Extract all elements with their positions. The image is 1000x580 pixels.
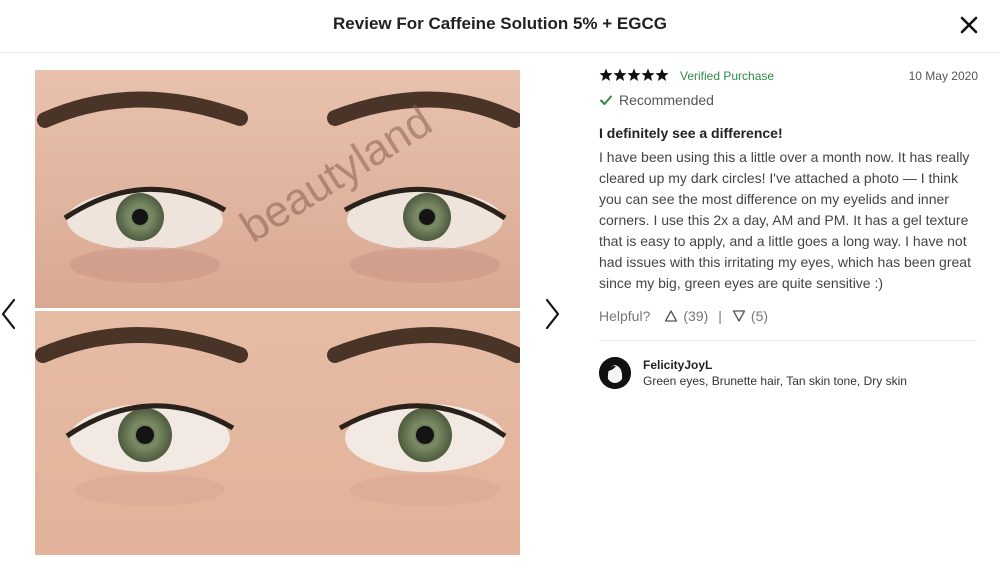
author-attributes: Green eyes, Brunette hair, Tan skin tone… — [643, 374, 907, 388]
star-rating — [599, 68, 669, 81]
check-icon — [600, 95, 612, 105]
review-panel: Verified Purchase 10 May 2020 Recommende… — [599, 66, 979, 391]
downvote-button[interactable]: (5) — [732, 308, 768, 324]
vote-separator: | — [718, 308, 722, 324]
user-silhouette-icon — [599, 357, 631, 389]
section-divider — [599, 340, 977, 341]
review-date: 10 May 2020 — [908, 69, 978, 83]
review-headline: I definitely see a difference! — [599, 125, 783, 141]
close-icon[interactable] — [958, 14, 980, 36]
verified-badge: Verified Purchase — [680, 69, 775, 83]
author-name[interactable]: FelicityJoyL — [643, 358, 712, 372]
upvote-count: (39) — [683, 308, 709, 324]
downvote-count: (5) — [750, 308, 769, 324]
upvote-button[interactable]: (39) — [664, 308, 708, 324]
avatar — [599, 357, 631, 389]
recommended-indicator: Recommended — [599, 90, 979, 110]
thumb-down-icon — [732, 310, 746, 322]
star-icon — [641, 68, 655, 81]
chevron-left-icon[interactable] — [0, 296, 20, 332]
modal-title: Review For Caffeine Solution 5% + EGCG — [333, 14, 667, 33]
review-meta: Verified Purchase 10 May 2020 — [599, 66, 979, 86]
helpful-row: Helpful? (39) | (5) — [599, 306, 979, 326]
review-body: I have been using this a little over a m… — [599, 149, 971, 291]
author-block: FelicityJoyL Green eyes, Brunette hair, … — [599, 357, 979, 391]
helpful-label: Helpful? — [599, 308, 651, 324]
star-icon — [655, 68, 669, 81]
thumb-up-icon — [665, 310, 678, 322]
recommended-label: Recommended — [619, 92, 714, 108]
modal-header: Review For Caffeine Solution 5% + EGCG — [0, 0, 1000, 53]
chevron-right-icon[interactable] — [541, 296, 561, 332]
star-icon — [599, 68, 613, 81]
star-icon — [613, 68, 627, 81]
star-icon — [627, 68, 641, 81]
review-photo: beautyland — [35, 70, 520, 555]
